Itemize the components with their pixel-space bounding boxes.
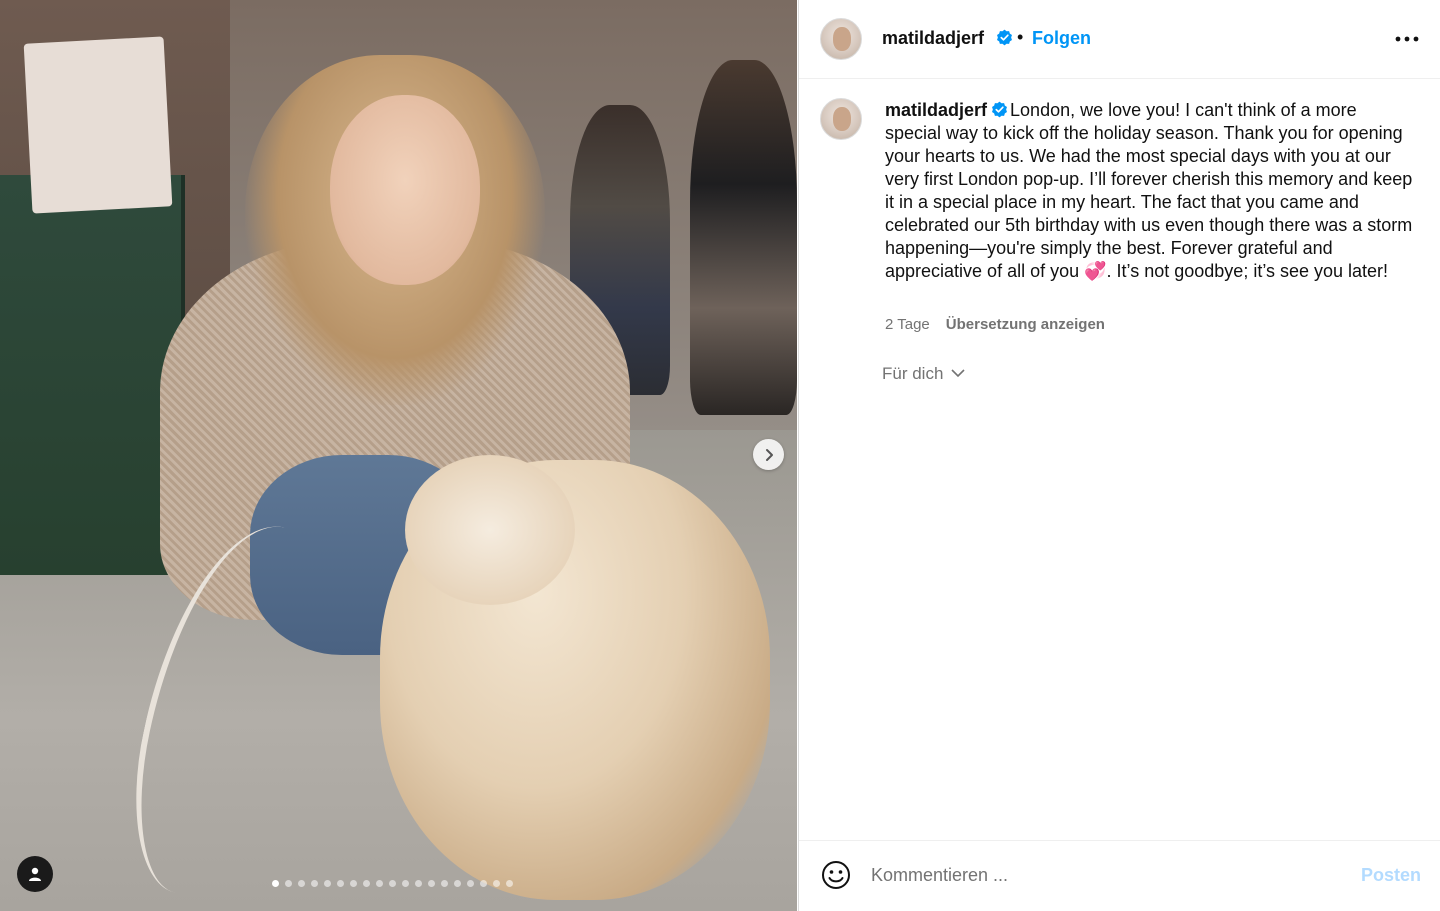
caption-username[interactable]: matildadjerf — [885, 100, 987, 120]
post-timestamp[interactable]: 2 Tage — [885, 316, 930, 333]
carousel-dot — [311, 880, 318, 887]
for-you-dropdown[interactable]: Für dich — [882, 364, 965, 382]
heart-emoji: 💞 — [1084, 261, 1107, 281]
post-caption: matildadjerf London, we love you! I can'… — [885, 99, 1415, 283]
carousel-next-button[interactable] — [753, 439, 784, 470]
caption-text-end: . It’s not goodbye; it’s see you later! — [1106, 261, 1389, 281]
post-meta: 2 Tage Übersetzung anzeigen — [885, 316, 1105, 333]
carousel-dot — [298, 880, 305, 887]
carousel-dot — [389, 880, 396, 887]
woman-face — [330, 95, 480, 285]
carousel-dot — [324, 880, 331, 887]
verified-badge-icon — [992, 101, 1008, 118]
more-options-button[interactable] — [1393, 26, 1421, 52]
carousel-dot — [480, 880, 487, 887]
header-separator: • — [1017, 27, 1024, 47]
follow-button[interactable]: Folgen — [1032, 28, 1091, 49]
carousel-dot — [441, 880, 448, 887]
author-avatar[interactable] — [820, 18, 862, 60]
carousel-dot — [506, 880, 513, 887]
shopping-bag — [23, 36, 173, 214]
carousel-dot — [428, 880, 435, 887]
comment-input[interactable] — [871, 861, 1331, 889]
post-media[interactable] — [0, 0, 797, 911]
carousel-dot — [376, 880, 383, 887]
chevron-down-icon — [951, 369, 965, 378]
dog-head — [405, 455, 575, 605]
caption-text: London, we love you! I can't think of a … — [885, 100, 1413, 281]
carousel-dot — [493, 880, 500, 887]
carousel-indicator — [272, 880, 513, 888]
comment-bar: Posten — [799, 840, 1440, 911]
author-username[interactable]: matildadjerf — [882, 28, 984, 49]
carousel-dot — [363, 880, 370, 887]
post-side-panel: matildadjerf • Folgen matildadjerf Londo… — [798, 0, 1440, 911]
carousel-dot — [337, 880, 344, 887]
carousel-dot — [415, 880, 422, 887]
tagged-users-button[interactable] — [17, 856, 53, 892]
carousel-dot — [285, 880, 292, 887]
carousel-dot — [454, 880, 461, 887]
post-comment-button[interactable]: Posten — [1361, 865, 1421, 886]
background-person-2 — [690, 60, 797, 415]
carousel-dot — [467, 880, 474, 887]
post-header: matildadjerf • Folgen — [799, 0, 1440, 79]
for-you-label: Für dich — [882, 364, 944, 382]
green-cabinet — [0, 175, 185, 575]
person-icon — [29, 867, 41, 881]
chevron-right-icon — [765, 448, 773, 461]
emoji-icon[interactable] — [820, 859, 852, 891]
carousel-dot — [350, 880, 357, 887]
more-horizontal-icon — [1395, 36, 1419, 42]
caption-author-avatar[interactable] — [820, 98, 862, 140]
translate-button[interactable]: Übersetzung anzeigen — [946, 316, 1105, 333]
carousel-dot — [402, 880, 409, 887]
verified-badge-icon — [997, 29, 1012, 46]
carousel-dot — [272, 880, 279, 887]
